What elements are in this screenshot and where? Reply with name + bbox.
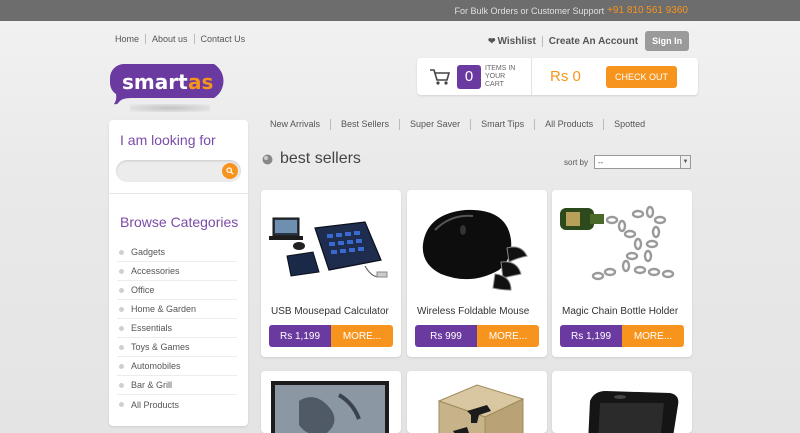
category-list: Gadgets Accessories Office Home & Garden…: [117, 243, 237, 414]
more-button[interactable]: MORE...: [477, 325, 539, 347]
search-heading: I am looking for: [120, 132, 216, 148]
category-item-bar-grill[interactable]: Bar & Grill: [117, 376, 237, 395]
category-label: Home & Garden: [131, 304, 197, 314]
search-button[interactable]: [222, 163, 238, 179]
magic-chain-bottle-holder-image[interactable]: [560, 200, 684, 295]
product-price: Rs 1,199: [560, 325, 622, 347]
category-label: Bar & Grill: [131, 380, 173, 390]
product-name[interactable]: Magic Chain Bottle Holder: [562, 306, 678, 317]
wireless-foldable-mouse-image[interactable]: [415, 200, 539, 295]
sign-in-button[interactable]: Sign In: [645, 31, 690, 51]
product-card[interactable]: [407, 371, 547, 433]
create-account-link[interactable]: Create An Account: [549, 36, 638, 47]
category-item-automobiles[interactable]: Automobiles: [117, 357, 237, 376]
product-card[interactable]: [552, 371, 692, 433]
section-title: best sellers: [262, 150, 361, 168]
svg-text:as: as: [188, 70, 213, 94]
category-item-accessories[interactable]: Accessories: [117, 262, 237, 281]
product-card[interactable]: USB Mousepad Calculator Rs 1,199 MORE...: [261, 190, 401, 357]
svg-text:smart: smart: [122, 70, 188, 94]
category-label: Gadgets: [131, 247, 166, 257]
nav-spotted[interactable]: Spotted: [604, 119, 655, 130]
sort-label: sort by: [564, 157, 589, 167]
bullet-icon: [119, 249, 124, 255]
bullet-icon: [119, 363, 124, 369]
nav-smart-tips[interactable]: Smart Tips: [471, 119, 536, 130]
product-name[interactable]: Wireless Foldable Mouse: [417, 306, 529, 317]
bullet-icon: [119, 382, 124, 388]
sidebar: I am looking for Browse Categories Gadge…: [109, 120, 248, 426]
bullet-icon: [119, 344, 124, 350]
cart-count-badge: 0: [457, 64, 481, 89]
category-item-home-garden[interactable]: Home & Garden: [117, 300, 237, 319]
category-label: Accessories: [131, 266, 180, 276]
account-links: ❤ Wishlist Create An Account Sign In: [488, 31, 690, 51]
divider: [541, 35, 543, 47]
category-item-office[interactable]: Office: [117, 281, 237, 300]
bullet-icon: [119, 325, 124, 331]
product-price: Rs 1,199: [269, 325, 331, 347]
nav-new-arrivals[interactable]: New Arrivals: [270, 119, 332, 130]
section-title-text: best sellers: [280, 150, 361, 167]
wishlist-link[interactable]: Wishlist: [498, 36, 536, 47]
sort-value: --: [598, 157, 604, 167]
search-input[interactable]: [116, 160, 241, 182]
about-us-link[interactable]: About us: [146, 34, 195, 44]
more-button[interactable]: MORE...: [331, 325, 393, 347]
sort-control: sort by -- ▼: [564, 155, 692, 169]
cart-label: ITEMS IN YOUR CART: [485, 64, 516, 88]
chevron-down-icon[interactable]: ▼: [680, 156, 691, 168]
product-price: Rs 999: [415, 325, 477, 347]
usb-mousepad-calculator-image[interactable]: [269, 200, 393, 295]
phone-case-image[interactable]: [560, 381, 684, 433]
gun-box-image[interactable]: [415, 381, 539, 433]
sidebar-divider: [109, 193, 248, 194]
cart-icon[interactable]: [429, 68, 451, 86]
nav-all-products[interactable]: All Products: [535, 119, 605, 130]
category-item-all-products[interactable]: All Products: [117, 395, 237, 414]
bullet-icon: [119, 268, 124, 274]
categories-heading: Browse Categories: [120, 214, 239, 230]
checkout-button[interactable]: CHECK OUT: [606, 65, 678, 88]
category-item-toys-games[interactable]: Toys & Games: [117, 338, 237, 357]
support-phone[interactable]: +91 810 561 9360: [607, 5, 688, 16]
category-label: All Products: [131, 399, 180, 410]
category-label: Office: [131, 285, 155, 295]
nav-super-saver[interactable]: Super Saver: [400, 119, 472, 130]
category-label: Essentials: [131, 323, 173, 333]
logo-shadow: [130, 104, 210, 112]
category-item-essentials[interactable]: Essentials: [117, 319, 237, 338]
category-label: Automobiles: [131, 361, 181, 371]
heart-icon: ❤: [488, 35, 496, 46]
top-links: Home About us Contact Us: [115, 34, 251, 44]
home-link[interactable]: Home: [115, 34, 147, 44]
top-bar: For Bulk Orders or Customer Support +91 …: [0, 0, 800, 21]
support-text: For Bulk Orders or Customer Support: [454, 5, 605, 16]
section-bullet-icon: [262, 154, 273, 164]
smartas-logo[interactable]: smart as: [110, 60, 236, 106]
product-card[interactable]: [261, 371, 401, 433]
bullet-icon: [119, 306, 124, 312]
pin-art-image[interactable]: [269, 381, 393, 433]
bullet-icon: [119, 402, 124, 407]
main-nav: New Arrivals Best Sellers Super Saver Sm…: [270, 119, 655, 130]
product-card[interactable]: Magic Chain Bottle Holder Rs 1,199 MORE.…: [552, 190, 692, 357]
cart-widget: 0 ITEMS IN YOUR CART Rs 0 CHECK OUT: [417, 58, 698, 95]
contact-us-link[interactable]: Contact Us: [195, 34, 252, 44]
product-card[interactable]: Wireless Foldable Mouse Rs 999 MORE...: [407, 190, 547, 357]
category-item-gadgets[interactable]: Gadgets: [117, 243, 237, 262]
nav-best-sellers[interactable]: Best Sellers: [331, 119, 401, 130]
product-name[interactable]: USB Mousepad Calculator: [271, 306, 389, 317]
sort-select[interactable]: -- ▼: [594, 155, 692, 169]
cart-total: Rs 0: [550, 68, 581, 85]
category-label: Toys & Games: [131, 342, 190, 352]
more-button[interactable]: MORE...: [622, 325, 684, 347]
bullet-icon: [119, 287, 124, 293]
search-icon: [226, 167, 234, 175]
cart-divider: [531, 58, 532, 95]
